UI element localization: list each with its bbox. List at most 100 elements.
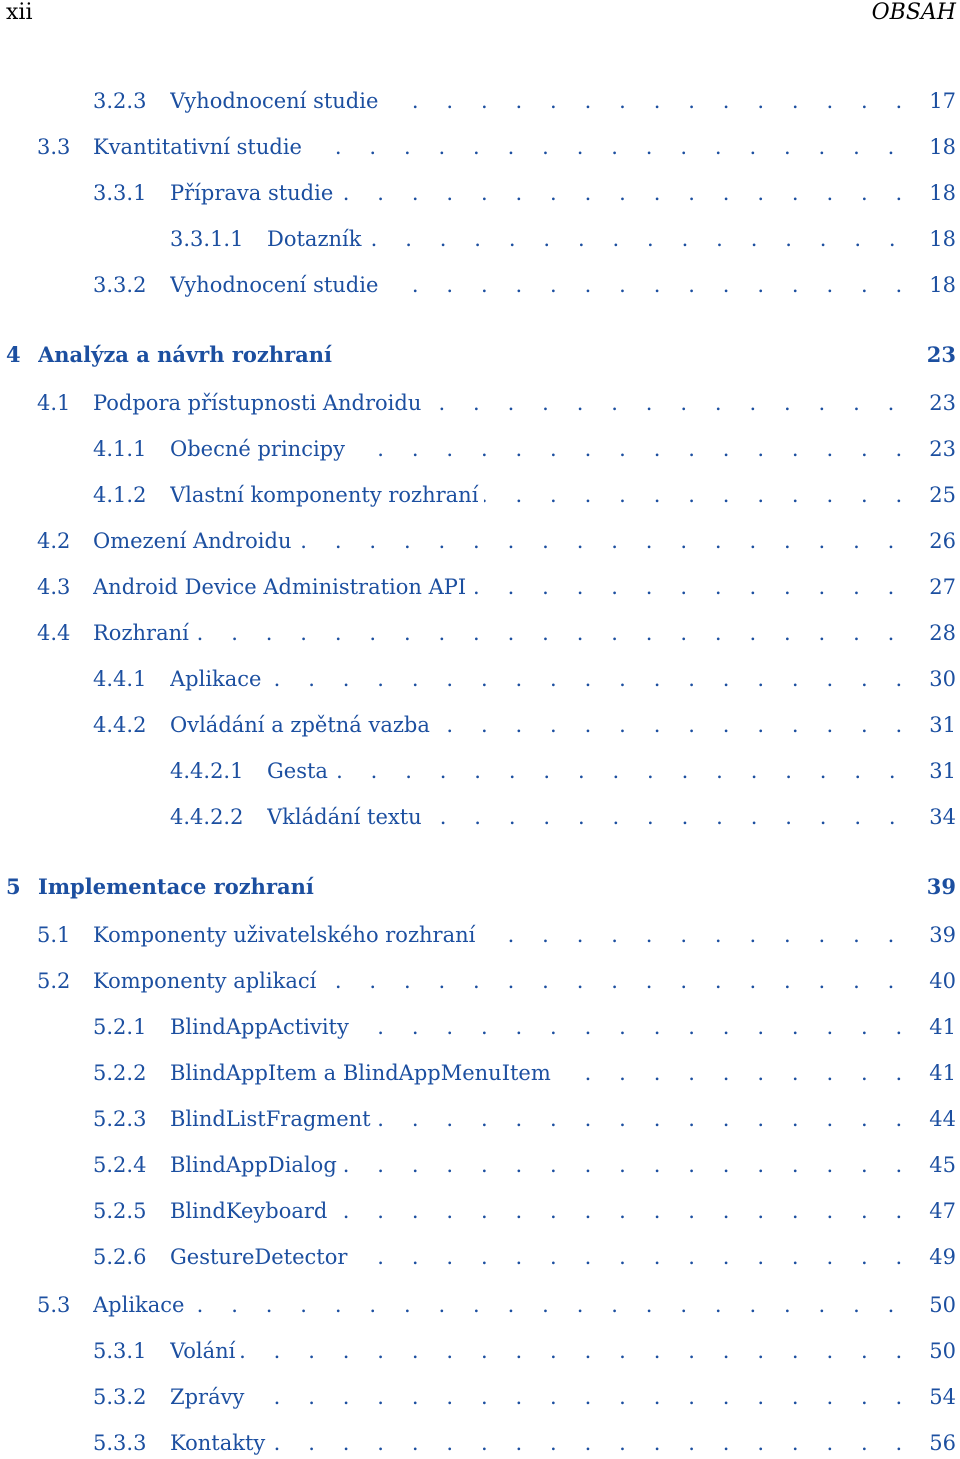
toc-entry[interactable]: 4.4 . . . . . . . . . . . . . . . . . . .… — [0, 618, 960, 648]
toc-entry-number: 4.2 — [37, 529, 71, 553]
toc-entry[interactable]: 3.3.1.1 . . . . . . . . . . . . . . . . .… — [0, 224, 960, 254]
toc-entry-title-wrap: . . . . . . . . . . . . . . . . . . . . … — [93, 388, 912, 418]
toc-entry-number: 4.1 — [37, 391, 71, 415]
toc-entry[interactable]: 4.1 . . . . . . . . . . . . . . . . . . .… — [0, 388, 960, 418]
toc-entry-number: 5.2 — [37, 969, 71, 993]
toc-entry-page: 23 — [929, 437, 956, 461]
toc-entry[interactable]: 5.2.3 . . . . . . . . . . . . . . . . . .… — [0, 1104, 960, 1134]
toc-entry[interactable]: 4.4.1 . . . . . . . . . . . . . . . . . .… — [0, 664, 960, 694]
toc-entry-number: 4.4 — [37, 621, 71, 645]
toc-entry[interactable]: 5.2 . . . . . . . . . . . . . . . . . . .… — [0, 966, 960, 996]
toc-entry-number: 5.2.5 — [93, 1199, 147, 1223]
toc-entry-title-wrap: . . . . . . . . . . . . . . . . . . . . … — [93, 966, 912, 996]
toc-entry-title: Vlastní komponenty rozhraní — [170, 483, 485, 507]
toc-entry-page: 39 — [926, 874, 956, 899]
toc-entry-title-wrap: . . . . . . . . . . . . . . . . . . . . … — [93, 572, 912, 602]
table-of-contents: 3.2.3 . . . . . . . . . . . . . . . . . .… — [0, 0, 960, 1459]
toc-entry[interactable]: 4.1.1 . . . . . . . . . . . . . . . . . .… — [0, 434, 960, 464]
toc-chapter[interactable]: 5 Implementace rozhraní 39 — [0, 872, 960, 902]
dot-leader: . . . . . . . . . . . . . . . . . . . . … — [170, 1385, 912, 1409]
toc-entry-title-wrap: . . . . . . . . . . . . . . . . . . . . … — [170, 1012, 912, 1042]
toc-entry-title: BlindKeyboard — [170, 1199, 334, 1223]
toc-entry[interactable]: 5.2.5 . . . . . . . . . . . . . . . . . .… — [0, 1196, 960, 1226]
toc-entry-title: Ovládání a zpětná vazba — [170, 713, 436, 737]
toc-entry-title: BlindListFragment — [170, 1107, 377, 1131]
toc-entry-number: 3.3.1 — [93, 181, 147, 205]
toc-entry-title: Analýza a návrh rozhraní — [38, 342, 333, 367]
toc-entry[interactable]: 5.2.4 . . . . . . . . . . . . . . . . . .… — [0, 1150, 960, 1180]
toc-entry[interactable]: 4.2 . . . . . . . . . . . . . . . . . . .… — [0, 526, 960, 556]
toc-entry[interactable]: 5.3.1 . . . . . . . . . . . . . . . . . .… — [0, 1336, 960, 1366]
toc-entry-number: 5.2.1 — [93, 1015, 147, 1039]
toc-entry-title: Vkládání textu — [267, 805, 428, 829]
dot-leader: . . . . . . . . . . . . . . . . . . . . … — [170, 667, 912, 691]
toc-entry-page: 47 — [929, 1199, 956, 1223]
toc-entry-title-wrap: . . . . . . . . . . . . . . . . . . . . … — [170, 1150, 912, 1180]
toc-entry-title: Zprávy — [170, 1385, 251, 1409]
toc-entry-number: 5.3.2 — [93, 1385, 147, 1409]
toc-entry[interactable]: 5.3.2 . . . . . . . . . . . . . . . . . .… — [0, 1382, 960, 1412]
toc-entry-title: Obecné principy — [170, 437, 351, 461]
toc-entry-number: 3.3 — [37, 135, 71, 159]
toc-entry-title-wrap: . . . . . . . . . . . . . . . . . . . . … — [93, 1290, 912, 1320]
toc-entry[interactable]: 5.3.3 . . . . . . . . . . . . . . . . . .… — [0, 1428, 960, 1458]
toc-entry-title: BlindAppDialog — [170, 1153, 343, 1177]
toc-entry[interactable]: 5.2.1 . . . . . . . . . . . . . . . . . .… — [0, 1012, 960, 1042]
toc-entry-title-wrap: . . . . . . . . . . . . . . . . . . . . … — [93, 526, 912, 556]
toc-entry-title: Komponenty uživatelského rozhraní — [93, 923, 482, 947]
toc-entry-number: 4.1.2 — [93, 483, 147, 507]
toc-entry-number: 4.4.1 — [93, 667, 147, 691]
toc-entry-title-wrap: . . . . . . . . . . . . . . . . . . . . … — [170, 178, 912, 208]
toc-entry[interactable]: 4.4.2 . . . . . . . . . . . . . . . . . .… — [0, 710, 960, 740]
toc-entry-title-wrap: . . . . . . . . . . . . . . . . . . . . … — [93, 618, 912, 648]
toc-entry-page: 31 — [929, 713, 956, 737]
toc-entry-title: Volání — [170, 1339, 242, 1363]
toc-entry-title-wrap: . . . . . . . . . . . . . . . . . . . . … — [170, 1104, 912, 1134]
toc-entry-page: 44 — [929, 1107, 956, 1131]
toc-entry[interactable]: 3.3.2 . . . . . . . . . . . . . . . . . .… — [0, 270, 960, 300]
toc-entry[interactable]: 5.1 . . . . . . . . . . . . . . . . . . .… — [0, 920, 960, 950]
toc-entry[interactable]: 4.3 . . . . . . . . . . . . . . . . . . .… — [0, 572, 960, 602]
toc-entry-title-wrap: . . . . . . . . . . . . . . . . . . . . … — [170, 1196, 912, 1226]
toc-entry-title-wrap: . . . . . . . . . . . . . . . . . . . . … — [93, 920, 912, 950]
toc-entry-page: 50 — [929, 1293, 956, 1317]
toc-entry-number: 5.3.1 — [93, 1339, 147, 1363]
toc-entry[interactable]: 4.4.2.2 . . . . . . . . . . . . . . . . .… — [0, 802, 960, 832]
toc-entry-title: Aplikace — [93, 1293, 191, 1317]
toc-entry-number: 3.2.3 — [93, 89, 147, 113]
toc-entry-number: 4.1.1 — [93, 437, 147, 461]
toc-entry-number: 3.3.2 — [93, 273, 147, 297]
toc-entry-title-wrap: . . . . . . . . . . . . . . . . . . . . … — [170, 1336, 912, 1366]
toc-entry[interactable]: 4.1.2 . . . . . . . . . . . . . . . . . .… — [0, 480, 960, 510]
toc-entry[interactable]: 5.2.6 . . . . . . . . . . . . . . . . . .… — [0, 1242, 960, 1272]
toc-chapter[interactable]: 4 Analýza a návrh rozhraní 23 — [0, 340, 960, 370]
toc-entry-page: 34 — [929, 805, 956, 829]
toc-entry-number: 4 — [6, 342, 21, 367]
toc-entry[interactable]: 5.3 . . . . . . . . . . . . . . . . . . .… — [0, 1290, 960, 1320]
toc-entry-title: Podpora přístupnosti Androidu — [93, 391, 428, 415]
toc-entry-title: Příprava studie — [170, 181, 340, 205]
toc-entry-title-wrap: . . . . . . . . . . . . . . . . . . . . … — [267, 802, 912, 832]
toc-entry-title-wrap: . . . . . . . . . . . . . . . . . . . . … — [170, 1382, 912, 1412]
toc-entry-number: 5.2.2 — [93, 1061, 147, 1085]
toc-entry-page: 39 — [929, 923, 956, 947]
dot-leader: . . . . . . . . . . . . . . . . . . . . … — [170, 1431, 912, 1455]
toc-entry-title: Implementace rozhraní — [38, 874, 314, 899]
toc-entry-page: 45 — [929, 1153, 956, 1177]
toc-entry-page: 25 — [929, 483, 956, 507]
toc-entry-number: 4.4.2.2 — [170, 805, 244, 829]
toc-entry-title-wrap: . . . . . . . . . . . . . . . . . . . . … — [170, 664, 912, 694]
toc-entry-title: Kontakty — [170, 1431, 272, 1455]
toc-entry[interactable]: 4.4.2.1 . . . . . . . . . . . . . . . . .… — [0, 756, 960, 786]
toc-entry-title: GestureDetector — [170, 1245, 354, 1269]
toc-entry[interactable]: 3.3.1 . . . . . . . . . . . . . . . . . .… — [0, 178, 960, 208]
toc-entry-page: 27 — [929, 575, 956, 599]
toc-entry-title-wrap: . . . . . . . . . . . . . . . . . . . . … — [170, 1242, 912, 1272]
toc-entry[interactable]: 3.2.3 . . . . . . . . . . . . . . . . . .… — [0, 86, 960, 116]
toc-entry[interactable]: 3.3 . . . . . . . . . . . . . . . . . . .… — [0, 132, 960, 162]
toc-entry-number: 5.1 — [37, 923, 71, 947]
toc-entry-title: Android Device Administration API — [93, 575, 473, 599]
toc-entry-title: Omezení Androidu — [93, 529, 298, 553]
toc-entry[interactable]: 5.2.2 . . . . . . . . . . . . . . . . . .… — [0, 1058, 960, 1088]
toc-entry-title-wrap: . . . . . . . . . . . . . . . . . . . . … — [170, 270, 912, 300]
